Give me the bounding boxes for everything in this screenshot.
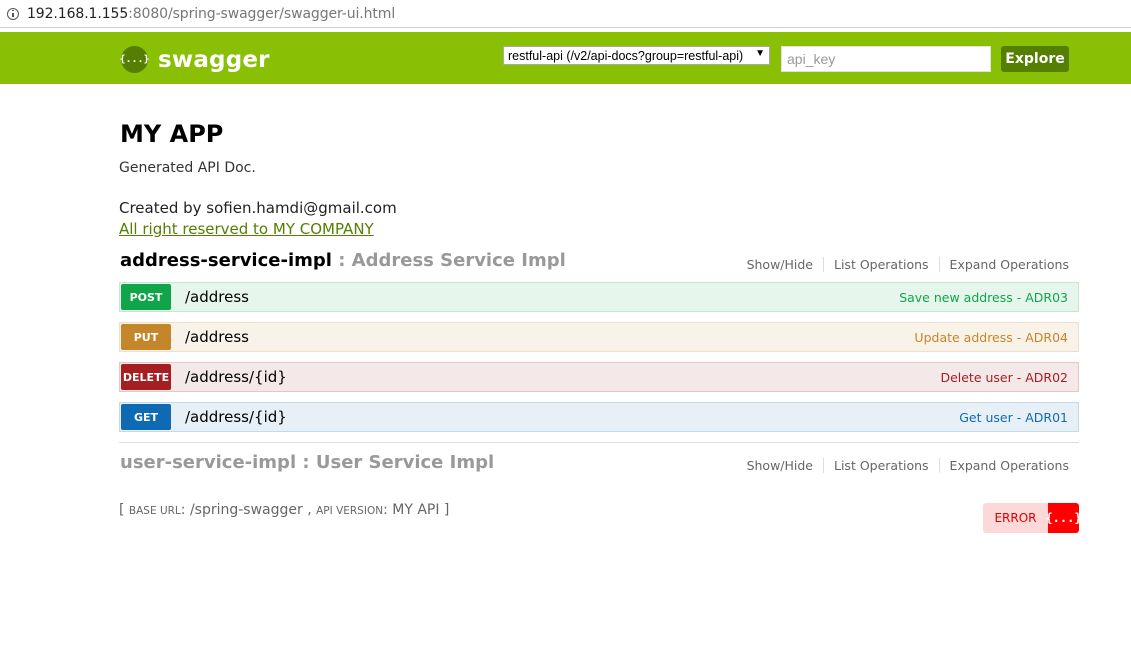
dropdown-arrow-icon: ▼ — [755, 48, 765, 59]
operation-summary[interactable]: Delete user - ADR02 — [940, 370, 1068, 385]
operation-summary[interactable]: Get user - ADR01 — [959, 410, 1068, 425]
url-host: 192.168.1.155 — [27, 5, 129, 22]
validator-badge[interactable]: ERROR {...} — [983, 503, 1079, 533]
method-badge[interactable]: GET — [121, 404, 171, 430]
resource-links-address: Show/Hide List Operations Expand Operati… — [747, 257, 1069, 272]
resource-name[interactable]: user-service-impl — [120, 452, 296, 473]
url-text[interactable]: 192.168.1.155:8080/spring-swagger/swagge… — [27, 6, 395, 22]
swagger-logo[interactable]: {...} swagger — [119, 46, 270, 73]
api-description: Generated API Doc. — [119, 160, 256, 176]
api-version-label: API Version — [316, 505, 384, 517]
expand-operations-link[interactable]: Expand Operations — [940, 458, 1069, 473]
api-definition-selected: restful-api (/v2/api-docs?group=restful-… — [508, 48, 744, 63]
resource-description: Address Service Impl — [351, 250, 566, 271]
resource-separator: : — [331, 250, 352, 271]
operation-path[interactable]: /address/{id} — [185, 368, 940, 386]
resource-separator: : — [296, 452, 316, 473]
list-operations-link[interactable]: List Operations — [824, 257, 940, 272]
operation-path[interactable]: /address/{id} — [185, 408, 959, 426]
base-url-label: Base URL — [128, 505, 181, 517]
operation-path[interactable]: /address — [185, 328, 914, 346]
resource-links-user: Show/Hide List Operations Expand Operati… — [747, 458, 1069, 473]
url-path: :8080/spring-swagger/swagger-ui.html — [128, 5, 396, 22]
list-operations-link[interactable]: List Operations — [824, 458, 940, 473]
method-badge[interactable]: PUT — [121, 324, 171, 350]
api-definition-select[interactable]: restful-api (/v2/api-docs?group=restful-… — [503, 46, 770, 65]
info-icon[interactable] — [7, 7, 19, 20]
swagger-logo-icon: {...} — [119, 46, 150, 73]
validator-icon[interactable]: {...} — [1045, 503, 1079, 533]
api-title: MY APP — [120, 120, 224, 148]
footer-open-bracket: [ — [119, 502, 129, 518]
show-hide-link[interactable]: Show/Hide — [747, 458, 824, 473]
operation-put-address[interactable]: PUT /address Update address - ADR04 — [119, 322, 1079, 352]
api-license-link[interactable]: All right reserved to MY COMPANY — [119, 220, 374, 238]
operation-post-address[interactable]: POST /address Save new address - ADR03 — [119, 282, 1079, 312]
operation-path[interactable]: /address — [185, 288, 899, 306]
expand-operations-link[interactable]: Expand Operations — [940, 257, 1069, 272]
resource-name[interactable]: address-service-impl — [120, 250, 332, 271]
resource-divider — [119, 442, 1079, 443]
operation-summary[interactable]: Update address - ADR04 — [914, 330, 1068, 345]
method-badge[interactable]: POST — [121, 284, 171, 310]
api-footer: [ Base URL: /spring-swagger , API Versio… — [119, 502, 449, 518]
resource-description: User Service Impl — [315, 452, 495, 473]
method-badge[interactable]: DELETE — [121, 364, 171, 390]
operation-summary[interactable]: Save new address - ADR03 — [899, 290, 1068, 305]
api-contact: Created by sofien.hamdi@gmail.com — [119, 199, 397, 217]
resource-heading-user[interactable]: user-service-impl : User Service Impl — [120, 452, 494, 473]
explore-button[interactable]: Explore — [1001, 46, 1069, 72]
validator-error-label[interactable]: ERROR — [983, 503, 1048, 533]
operation-get-address[interactable]: GET /address/{id} Get user - ADR01 — [119, 402, 1079, 432]
base-url-value: : /spring-swagger , — [180, 502, 317, 518]
operation-delete-address[interactable]: DELETE /address/{id} Delete user - ADR02 — [119, 362, 1079, 392]
swagger-logo-text: swagger — [158, 46, 270, 73]
api-version-value: : MY API ] — [383, 502, 450, 518]
api-key-input[interactable]: api_key — [781, 46, 991, 72]
resource-heading-address[interactable]: address-service-impl : Address Service I… — [120, 250, 566, 271]
show-hide-link[interactable]: Show/Hide — [747, 257, 824, 272]
browser-address-bar[interactable]: 192.168.1.155:8080/spring-swagger/swagge… — [0, 0, 1131, 28]
